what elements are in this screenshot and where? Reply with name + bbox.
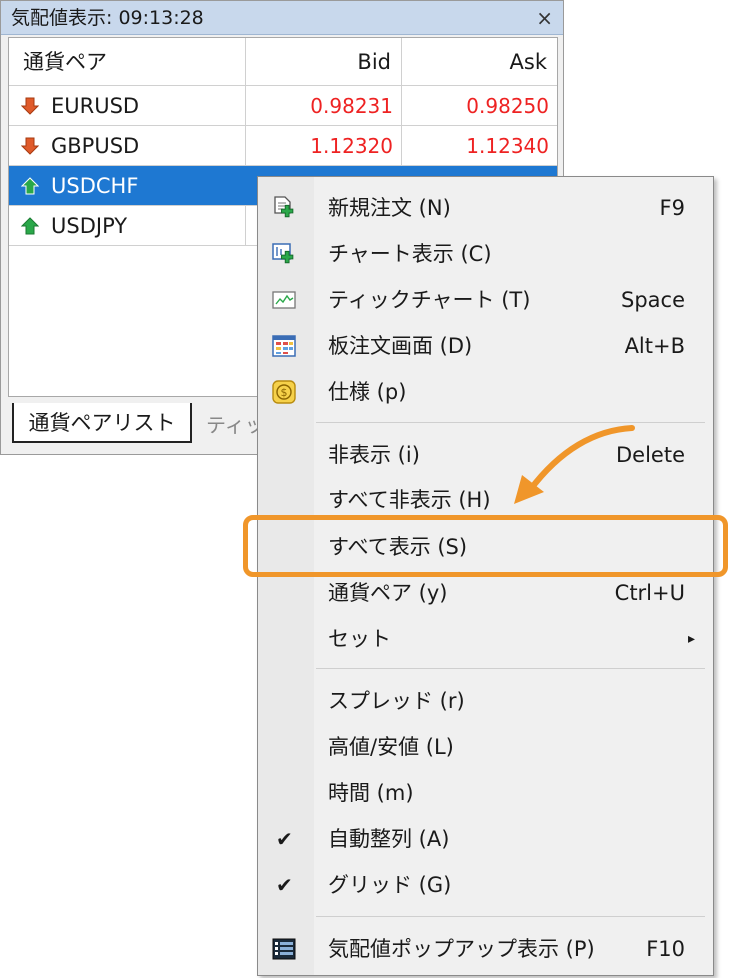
menu-item-new-order[interactable]: 新規注文 (N) F9 bbox=[258, 185, 713, 231]
tab-tick-chart[interactable]: ティッ bbox=[206, 409, 265, 438]
checkmark-icon: ✔ bbox=[276, 827, 293, 851]
annotation-arrow-icon bbox=[514, 425, 635, 504]
symbol-name: USDCHF bbox=[51, 174, 139, 198]
new-order-icon bbox=[274, 196, 294, 218]
close-icon[interactable]: × bbox=[536, 1, 553, 35]
price-down-arrow-icon bbox=[21, 137, 39, 155]
submenu-arrow-icon: ▸ bbox=[687, 631, 695, 647]
price-up-arrow-icon bbox=[21, 217, 39, 235]
checkmark-icon: ✔ bbox=[276, 873, 293, 897]
window-title-bar[interactable]: 気配値表示: 09:13:28 × bbox=[1, 1, 563, 35]
header-symbol[interactable]: 通貨ペア bbox=[9, 38, 246, 85]
menu-item-auto-arrange[interactable]: ✔ 自動整列 (A) bbox=[258, 816, 713, 862]
header-bid[interactable]: Bid bbox=[246, 38, 402, 85]
chart-window-icon bbox=[272, 243, 294, 264]
menu-item-spread[interactable]: スプレッド (r) bbox=[258, 678, 713, 724]
table-row[interactable]: GBPUSD 1.12320 1.12340 bbox=[9, 126, 557, 166]
menu-item-time[interactable]: 時間 (m) bbox=[258, 770, 713, 816]
menu-item-depth-of-market[interactable]: 板注文画面 (D) Alt+B bbox=[258, 323, 713, 369]
tab-symbol-list[interactable]: 通貨ペアリスト bbox=[12, 403, 192, 443]
ask-value: 1.12340 bbox=[466, 134, 549, 158]
header-ask[interactable]: Ask bbox=[402, 38, 557, 85]
symbol-name: EURUSD bbox=[51, 94, 140, 118]
price-up-arrow-icon bbox=[21, 177, 39, 195]
bid-value: 1.12320 bbox=[310, 134, 393, 158]
menu-item-chart-window[interactable]: チャート表示 (C) bbox=[258, 231, 713, 277]
symbol-name: USDJPY bbox=[51, 214, 128, 238]
menu-item-grid[interactable]: ✔ グリッド (G) bbox=[258, 862, 713, 908]
menu-item-specification[interactable]: $ 仕様 (p) bbox=[258, 369, 713, 415]
menu-item-sets[interactable]: セット ▸ bbox=[258, 616, 713, 662]
tick-chart-icon bbox=[272, 291, 296, 309]
bid-value: 0.98231 bbox=[310, 94, 393, 118]
window-title: 気配値表示: 09:13:28 bbox=[11, 7, 204, 29]
menu-separator bbox=[316, 916, 705, 917]
highlight-box bbox=[243, 515, 728, 577]
svg-text:$: $ bbox=[281, 386, 288, 399]
menu-separator bbox=[316, 668, 705, 669]
menu-item-popup-prices[interactable]: 気配値ポップアップ表示 (P) F10 bbox=[258, 926, 713, 972]
popup-prices-icon bbox=[272, 938, 296, 960]
menu-item-hide[interactable]: 非表示 (i) Delete bbox=[258, 432, 713, 478]
menu-item-high-low[interactable]: 高値/安値 (L) bbox=[258, 724, 713, 770]
table-header: 通貨ペア Bid Ask bbox=[9, 38, 557, 86]
ask-value: 0.98250 bbox=[466, 94, 549, 118]
table-row[interactable]: EURUSD 0.98231 0.98250 bbox=[9, 86, 557, 126]
price-down-arrow-icon bbox=[21, 97, 39, 115]
menu-item-tick-chart[interactable]: ティックチャート (T) Space bbox=[258, 277, 713, 323]
symbol-name: GBPUSD bbox=[51, 134, 140, 158]
depth-of-market-icon bbox=[272, 335, 296, 357]
specification-icon: $ bbox=[272, 380, 296, 404]
